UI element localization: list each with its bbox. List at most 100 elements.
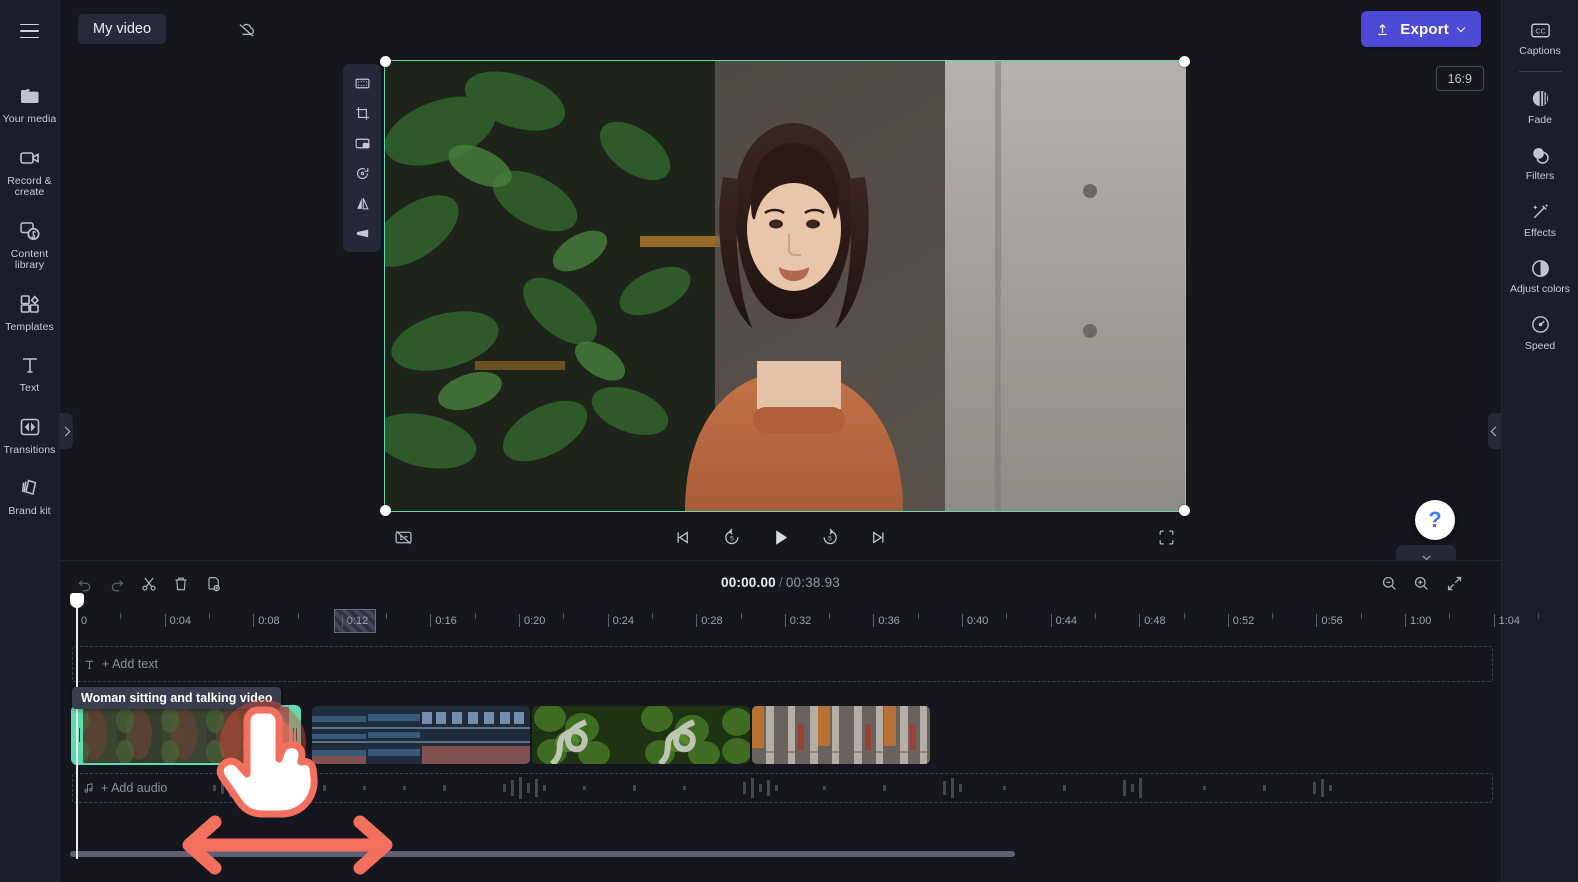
add-text-hint[interactable]: + Add text xyxy=(83,647,158,681)
audio-track[interactable]: + Add audio xyxy=(72,773,1493,803)
sidebar-item-speed[interactable]: Speed xyxy=(1502,305,1578,359)
ruler-minor-tick xyxy=(297,613,299,619)
ruler-label: 0:28 xyxy=(701,615,723,627)
zoom-in-button[interactable] xyxy=(1407,570,1435,597)
sidebar-item-captions[interactable]: CC Captions xyxy=(1502,10,1578,64)
transitions-icon xyxy=(17,414,43,440)
play-button[interactable] xyxy=(766,522,796,552)
fullscreen-button[interactable] xyxy=(1151,522,1181,552)
ruler-major-tick xyxy=(873,614,875,627)
hamburger-menu-icon[interactable] xyxy=(11,16,49,46)
selection-handle-top-left[interactable] xyxy=(380,56,391,67)
ruler-major-tick xyxy=(1227,614,1229,627)
ruler-major-tick xyxy=(696,614,698,627)
timeline-horizontal-scrollbar[interactable] xyxy=(70,851,1015,857)
help-button[interactable]: ? xyxy=(1415,500,1455,540)
skew-perspective-icon[interactable] xyxy=(347,220,377,246)
ruler-label: 0:32 xyxy=(789,615,812,627)
ruler-major-tick xyxy=(962,614,963,627)
timeline-clip-industrial-blue-clip[interactable] xyxy=(312,706,530,764)
rewind-5-button[interactable]: 5 xyxy=(717,522,747,552)
picture-in-picture-icon[interactable] xyxy=(347,130,377,156)
ruler-minor-tick xyxy=(1537,613,1539,619)
video-camera-icon xyxy=(17,145,43,171)
sidebar-item-transitions[interactable]: Transitions xyxy=(0,405,60,463)
ruler-major-tick xyxy=(341,614,343,627)
chevron-right-icon xyxy=(60,426,71,436)
sidebar-item-your-media[interactable]: Your media xyxy=(0,74,60,132)
timecode-display: 00:00.00/00:38.93 xyxy=(60,575,1501,590)
ruler-label: 1:00 xyxy=(1410,615,1432,627)
ruler-label: 1:04 xyxy=(1498,615,1521,627)
svg-text:5: 5 xyxy=(730,535,734,542)
flip-horizontal-icon[interactable] xyxy=(347,190,377,216)
text-track[interactable]: + Add text xyxy=(72,646,1493,682)
timeline-clip-urban-street-clip[interactable] xyxy=(752,706,930,764)
text-t-icon xyxy=(17,352,43,378)
ruler-major-tick xyxy=(1405,614,1406,627)
preview-tool-strip xyxy=(343,64,381,252)
fit-timeline-button[interactable] xyxy=(1440,570,1468,597)
magnifier-plus-icon xyxy=(1414,576,1428,590)
fade-icon xyxy=(1528,87,1552,111)
sidebar-item-effects[interactable]: Effects xyxy=(1502,192,1578,246)
selection-handle-top-right[interactable] xyxy=(1179,56,1190,67)
clip-thumbnail xyxy=(312,706,530,764)
sidebar-item-templates[interactable]: Templates xyxy=(0,282,60,340)
sidebar-item-label: Effects xyxy=(1524,226,1556,239)
ruler-label: 0:36 xyxy=(878,615,900,627)
sidebar-item-adjust-colors[interactable]: Adjust colors xyxy=(1502,248,1578,302)
fit-to-frame-icon[interactable] xyxy=(347,70,377,96)
playhead[interactable] xyxy=(70,593,84,859)
sidebar-item-label: Speed xyxy=(1524,339,1556,352)
ruler-label: 0:04 xyxy=(169,615,192,627)
playhead-knob[interactable] xyxy=(70,593,84,608)
ruler-minor-tick xyxy=(120,613,122,619)
export-button[interactable]: Export xyxy=(1361,11,1481,47)
clip-trim-handle-right[interactable] xyxy=(289,706,300,764)
ruler-minor-tick xyxy=(651,613,653,619)
ruler-label: 0:12 xyxy=(346,615,369,627)
skip-to-start-button[interactable] xyxy=(668,522,698,552)
sidebar-item-label: Your media xyxy=(2,113,57,125)
sidebar-item-label: Record & create xyxy=(7,174,52,198)
video-preview[interactable] xyxy=(384,60,1186,512)
time-separator: / xyxy=(778,575,783,590)
effects-wand-icon xyxy=(1528,200,1552,224)
timeline-clip-forest-road-clip[interactable] xyxy=(532,706,750,764)
sidebar-item-brand-kit[interactable]: Brand kit xyxy=(0,466,60,524)
ruler-major-tick xyxy=(784,614,786,627)
skip-to-end-button[interactable] xyxy=(864,522,894,552)
ruler-label: 0 xyxy=(81,615,88,627)
ruler-label: 0:20 xyxy=(524,615,546,627)
crop-icon[interactable] xyxy=(347,100,377,126)
current-time: 00:00.00 xyxy=(720,575,776,590)
rotate-icon[interactable] xyxy=(347,160,377,186)
clip-thumbnail xyxy=(532,706,750,764)
sidebar-item-fade[interactable]: Fade xyxy=(1502,79,1578,133)
cloud-off-icon[interactable] xyxy=(230,14,262,44)
sidebar-item-content-library[interactable]: Content library xyxy=(0,209,60,278)
export-label: Export xyxy=(1400,20,1449,38)
sidebar-item-record-create[interactable]: Record & create xyxy=(0,136,60,205)
sidebar-item-label: Content library xyxy=(10,247,49,271)
ruler-minor-tick xyxy=(1360,613,1362,619)
sidebar-item-text[interactable]: Text xyxy=(0,343,60,401)
svg-text:CC: CC xyxy=(1535,27,1545,35)
add-audio-hint[interactable]: + Add audio xyxy=(83,774,167,802)
timeline-clip-woman-sitting-and-talking-video[interactable] xyxy=(71,705,301,765)
forward-5-button[interactable]: 5 xyxy=(815,522,845,552)
collapse-right-panel-button[interactable] xyxy=(1488,413,1501,449)
clip-tooltip: Woman sitting and talking video xyxy=(72,687,282,709)
zoom-out-button[interactable] xyxy=(1375,570,1403,597)
timeline-ruler[interactable]: 0 0:04 0:08 0:12 0:16 0:20 0:24 0:28 0:32 0:36 0:4… xyxy=(60,606,1539,633)
right-sidebar: CC Captions Fade Filters Effects Adjust … xyxy=(1501,0,1578,882)
ruler-label: 0:56 xyxy=(1321,615,1343,627)
project-title[interactable]: My video xyxy=(78,14,167,44)
sidebar-item-filters[interactable]: Filters xyxy=(1502,135,1578,189)
aspect-ratio-button[interactable]: 16:9 xyxy=(1435,66,1484,91)
left-sidebar: Your media Record & create Content libra… xyxy=(0,0,60,882)
expand-left-panel-button[interactable] xyxy=(60,413,73,449)
svg-text:5: 5 xyxy=(828,535,832,542)
brand-kit-icon xyxy=(17,475,43,501)
